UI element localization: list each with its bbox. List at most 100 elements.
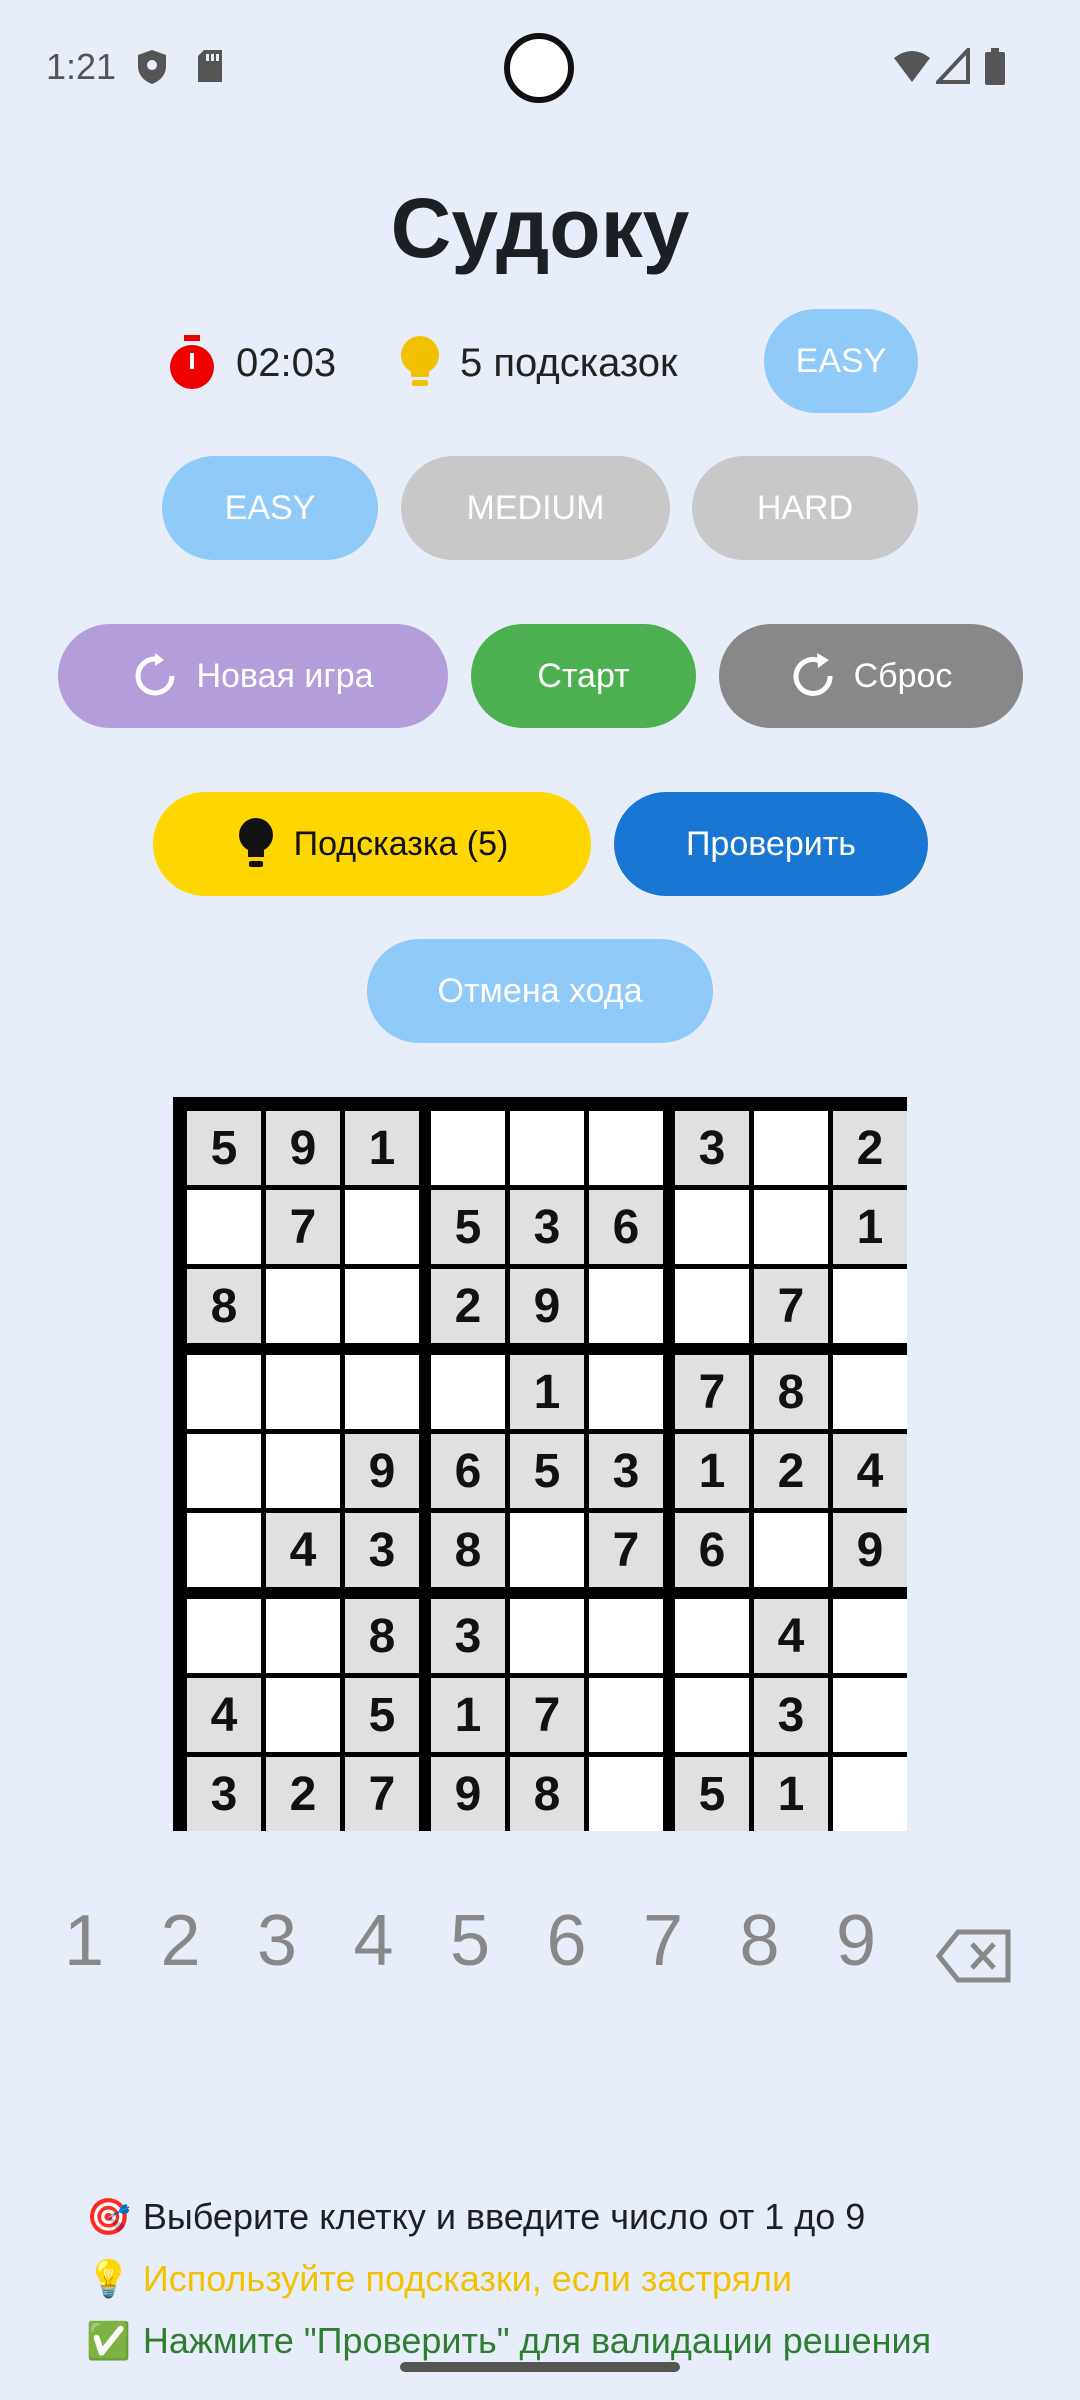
numpad-key-5[interactable]: 5 [440,1900,500,1982]
sudoku-cell[interactable]: 2 [754,1434,828,1508]
sudoku-cell[interactable] [266,1355,340,1429]
sudoku-cell[interactable] [510,1599,584,1673]
sudoku-cell[interactable]: 3 [187,1757,261,1831]
sudoku-cell[interactable]: 3 [345,1513,419,1587]
undo-button[interactable]: Отмена хода [367,939,713,1043]
sudoku-cell[interactable] [833,1599,907,1673]
difficulty-medium-button[interactable]: MEDIUM [401,456,670,560]
sudoku-cell[interactable] [187,1513,261,1587]
sudoku-cell[interactable]: 1 [345,1111,419,1185]
numpad-key-2[interactable]: 2 [151,1900,211,1982]
sudoku-cell[interactable] [589,1269,663,1343]
sudoku-cell[interactable]: 1 [510,1355,584,1429]
sudoku-cell[interactable]: 4 [754,1599,828,1673]
sudoku-cell[interactable]: 7 [675,1355,749,1429]
check-button[interactable]: Проверить [614,792,928,896]
sudoku-cell[interactable] [187,1355,261,1429]
sudoku-cell[interactable] [589,1678,663,1752]
sudoku-cell[interactable]: 2 [431,1269,505,1343]
sudoku-cell[interactable] [589,1355,663,1429]
sudoku-cell[interactable]: 7 [266,1190,340,1264]
sudoku-cell[interactable] [754,1111,828,1185]
sudoku-cell[interactable]: 9 [510,1269,584,1343]
sudoku-cell[interactable] [675,1599,749,1673]
sudoku-cell[interactable] [675,1678,749,1752]
sudoku-cell[interactable] [345,1355,419,1429]
sudoku-cell[interactable]: 3 [754,1678,828,1752]
sudoku-cell[interactable] [675,1269,749,1343]
sudoku-cell[interactable] [833,1678,907,1752]
sudoku-cell[interactable] [675,1190,749,1264]
sudoku-cell[interactable]: 5 [187,1111,261,1185]
numpad-key-4[interactable]: 4 [344,1900,404,1982]
sudoku-cell[interactable]: 6 [675,1513,749,1587]
sudoku-cell[interactable]: 1 [754,1757,828,1831]
difficulty-easy-button[interactable]: EASY [162,456,378,560]
sudoku-cell[interactable]: 3 [510,1190,584,1264]
sudoku-cell[interactable]: 4 [266,1513,340,1587]
sudoku-cell[interactable]: 7 [510,1678,584,1752]
sudoku-cell[interactable]: 9 [266,1111,340,1185]
sudoku-cell[interactable]: 4 [833,1434,907,1508]
sudoku-cell[interactable] [754,1513,828,1587]
sudoku-cell[interactable]: 8 [345,1599,419,1673]
sudoku-cell[interactable] [833,1269,907,1343]
reset-button[interactable]: Сброс [719,624,1023,728]
sudoku-cell[interactable] [266,1269,340,1343]
sudoku-cell[interactable]: 5 [510,1434,584,1508]
sudoku-cell[interactable] [266,1599,340,1673]
backspace-icon[interactable] [936,1928,1012,1984]
sudoku-cell[interactable] [187,1434,261,1508]
sudoku-cell[interactable]: 7 [345,1757,419,1831]
sudoku-cell[interactable]: 6 [431,1434,505,1508]
sudoku-cell[interactable]: 7 [589,1513,663,1587]
sudoku-cell[interactable] [266,1434,340,1508]
sudoku-cell[interactable]: 1 [431,1678,505,1752]
sudoku-cell[interactable] [589,1111,663,1185]
sudoku-cell[interactable] [754,1190,828,1264]
numpad-key-9[interactable]: 9 [826,1900,886,1982]
sudoku-cell[interactable] [431,1355,505,1429]
sudoku-cell[interactable]: 3 [675,1111,749,1185]
numpad-key-3[interactable]: 3 [247,1900,307,1982]
sudoku-cell[interactable] [833,1757,907,1831]
sudoku-cell[interactable]: 3 [431,1599,505,1673]
sudoku-cell[interactable]: 5 [675,1757,749,1831]
sudoku-cell[interactable]: 7 [754,1269,828,1343]
sudoku-cell[interactable] [345,1190,419,1264]
sudoku-cell[interactable]: 9 [833,1513,907,1587]
sudoku-cell[interactable] [510,1513,584,1587]
sudoku-cell[interactable] [431,1111,505,1185]
sudoku-cell[interactable]: 2 [266,1757,340,1831]
sudoku-cell[interactable]: 1 [675,1434,749,1508]
sudoku-cell[interactable]: 8 [431,1513,505,1587]
sudoku-cell[interactable]: 8 [754,1355,828,1429]
sudoku-cell[interactable] [345,1269,419,1343]
sudoku-cell[interactable]: 9 [431,1757,505,1831]
sudoku-cell[interactable]: 1 [833,1190,907,1264]
sudoku-cell[interactable] [589,1599,663,1673]
numpad-key-6[interactable]: 6 [537,1900,597,1982]
sudoku-cell[interactable] [833,1355,907,1429]
hint-button[interactable]: Подсказка (5) [153,792,591,896]
sudoku-cell[interactable]: 8 [187,1269,261,1343]
sudoku-cell[interactable] [187,1599,261,1673]
new-game-button[interactable]: Новая игра [58,624,448,728]
sudoku-cell[interactable] [589,1757,663,1831]
sudoku-cell[interactable]: 4 [187,1678,261,1752]
home-indicator[interactable] [400,2362,680,2372]
numpad-key-7[interactable]: 7 [633,1900,693,1982]
sudoku-cell[interactable]: 8 [510,1757,584,1831]
numpad-key-8[interactable]: 8 [730,1900,790,1982]
sudoku-cell[interactable]: 2 [833,1111,907,1185]
sudoku-cell[interactable]: 3 [589,1434,663,1508]
start-button[interactable]: Старт [471,624,696,728]
sudoku-cell[interactable] [266,1678,340,1752]
sudoku-cell[interactable] [187,1190,261,1264]
sudoku-cell[interactable]: 5 [345,1678,419,1752]
difficulty-hard-button[interactable]: HARD [692,456,918,560]
sudoku-cell[interactable]: 6 [589,1190,663,1264]
numpad-key-1[interactable]: 1 [54,1900,114,1982]
sudoku-cell[interactable]: 9 [345,1434,419,1508]
sudoku-cell[interactable]: 5 [431,1190,505,1264]
